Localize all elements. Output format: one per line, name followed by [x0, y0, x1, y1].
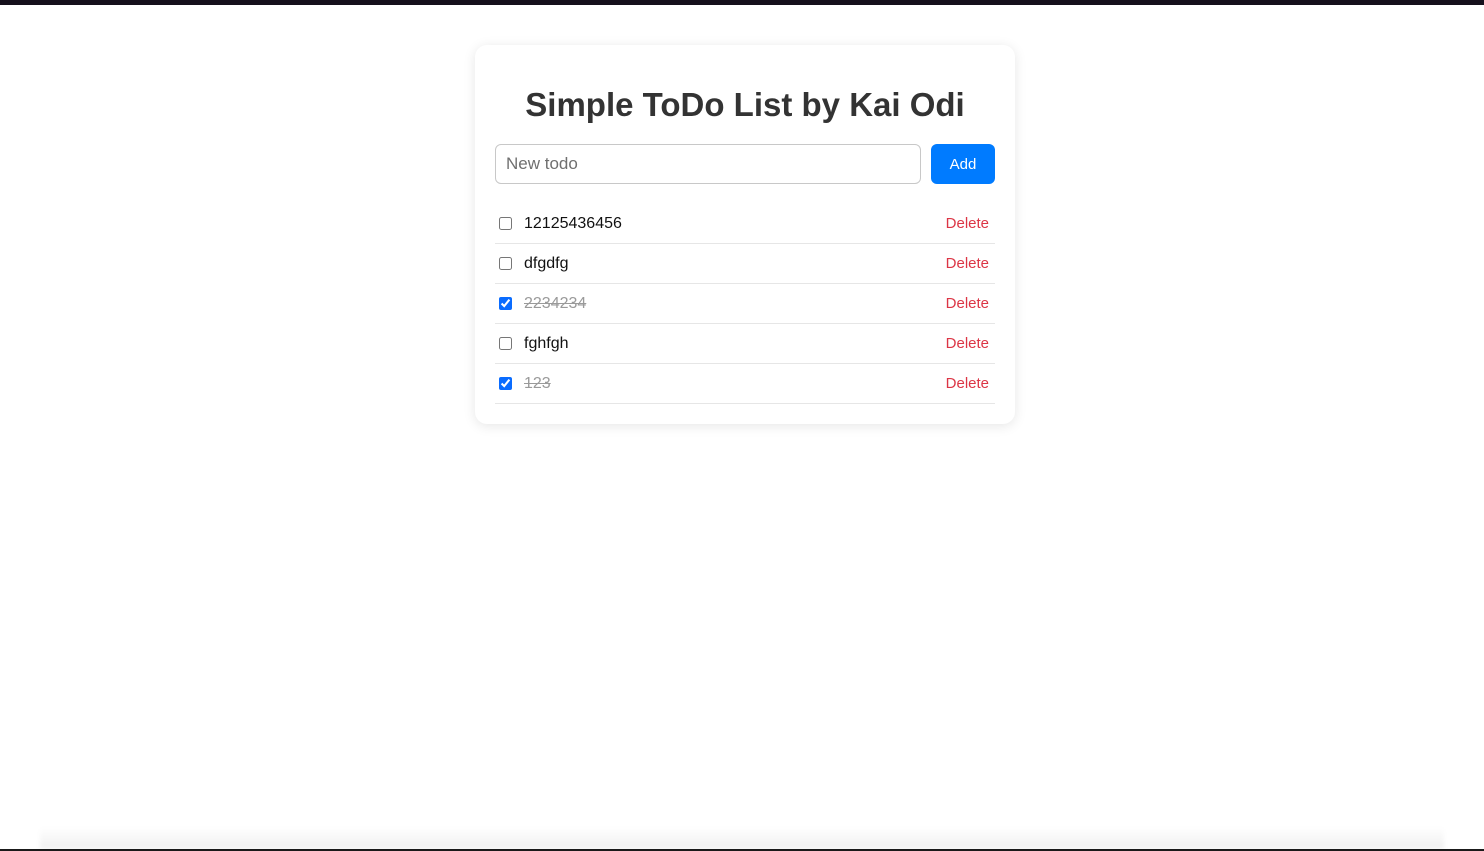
todo-text: 123 [524, 374, 551, 392]
todo-checkbox[interactable] [499, 337, 512, 350]
todo-list: 12125436456 Delete dfgdfg Delete 2234234… [495, 204, 995, 404]
delete-button[interactable]: Delete [946, 215, 989, 232]
todo-text: 2234234 [524, 294, 587, 312]
todo-checkbox[interactable] [499, 257, 512, 270]
todo-item: 12125436456 Delete [495, 204, 995, 244]
new-todo-input[interactable] [495, 144, 921, 184]
todo-checkbox[interactable] [499, 297, 512, 310]
delete-button[interactable]: Delete [946, 295, 989, 312]
todo-checkbox[interactable] [499, 217, 512, 230]
todo-text: dfgdfg [524, 254, 569, 272]
todo-checkbox[interactable] [499, 377, 512, 390]
todo-item: fghfgh Delete [495, 324, 995, 364]
add-todo-form: Add [495, 144, 995, 184]
page-title: Simple ToDo List by Kai Odi [525, 86, 965, 123]
delete-button[interactable]: Delete [946, 375, 989, 392]
todo-text: 12125436456 [524, 214, 622, 232]
todo-item: 123 Delete [495, 364, 995, 404]
delete-button[interactable]: Delete [946, 335, 989, 352]
todo-text: fghfgh [524, 334, 569, 352]
todo-card: Simple ToDo List by Kai Odi Add 12125436… [475, 45, 1015, 424]
window-top-edge [0, 0, 1484, 5]
delete-button[interactable]: Delete [946, 255, 989, 272]
todo-item: 2234234 Delete [495, 284, 995, 324]
add-button[interactable]: Add [931, 144, 995, 184]
window-bottom-shadow [40, 827, 1444, 849]
todo-item: dfgdfg Delete [495, 244, 995, 284]
